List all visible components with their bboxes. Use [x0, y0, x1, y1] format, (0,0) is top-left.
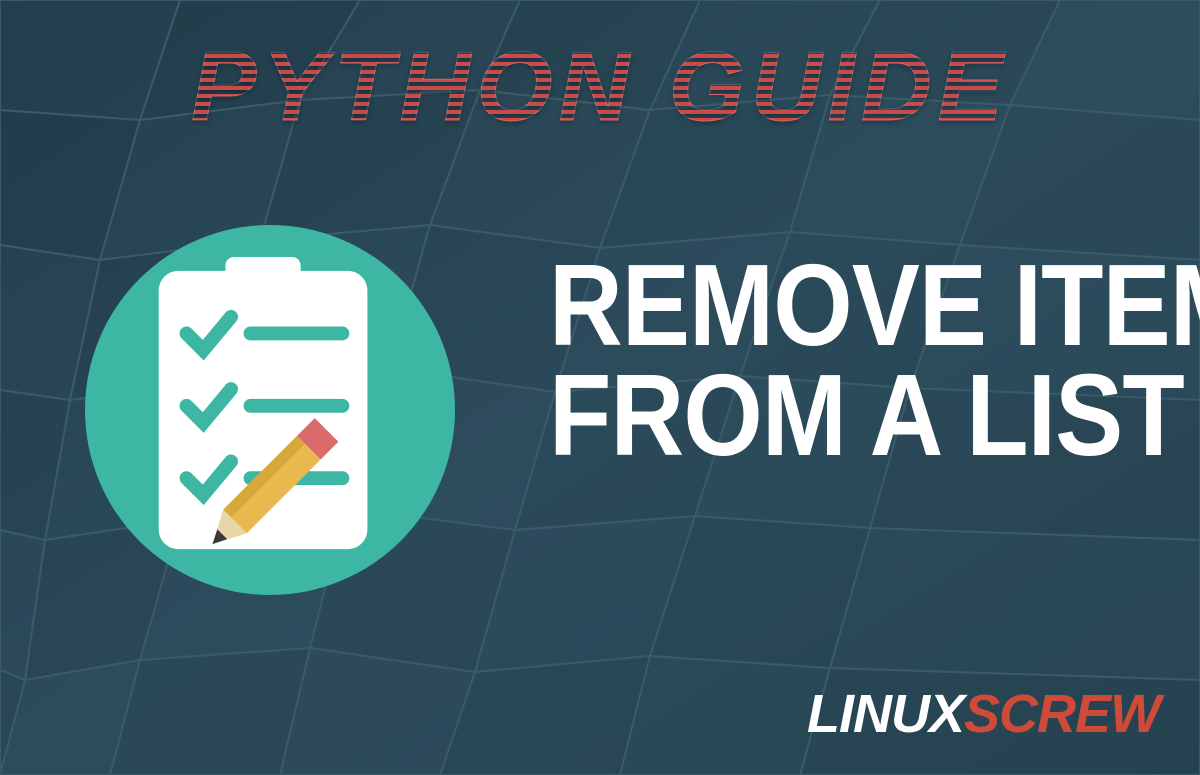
main-title-block: REMOVE ITEMS FROM A LIST: [510, 250, 1160, 470]
brand-part-1: LINUX: [807, 684, 964, 744]
brand-part-2: SCREW: [964, 684, 1160, 744]
brand-watermark: LINUXSCREW: [807, 683, 1160, 745]
main-title-line-2: FROM A LIST: [549, 360, 1121, 470]
checklist-pencil-icon: [130, 250, 410, 570]
header-title: PYTHON GUIDE: [191, 30, 1009, 143]
icon-circle-background: [85, 225, 455, 595]
main-title-line-1: REMOVE ITEMS: [549, 250, 1121, 360]
